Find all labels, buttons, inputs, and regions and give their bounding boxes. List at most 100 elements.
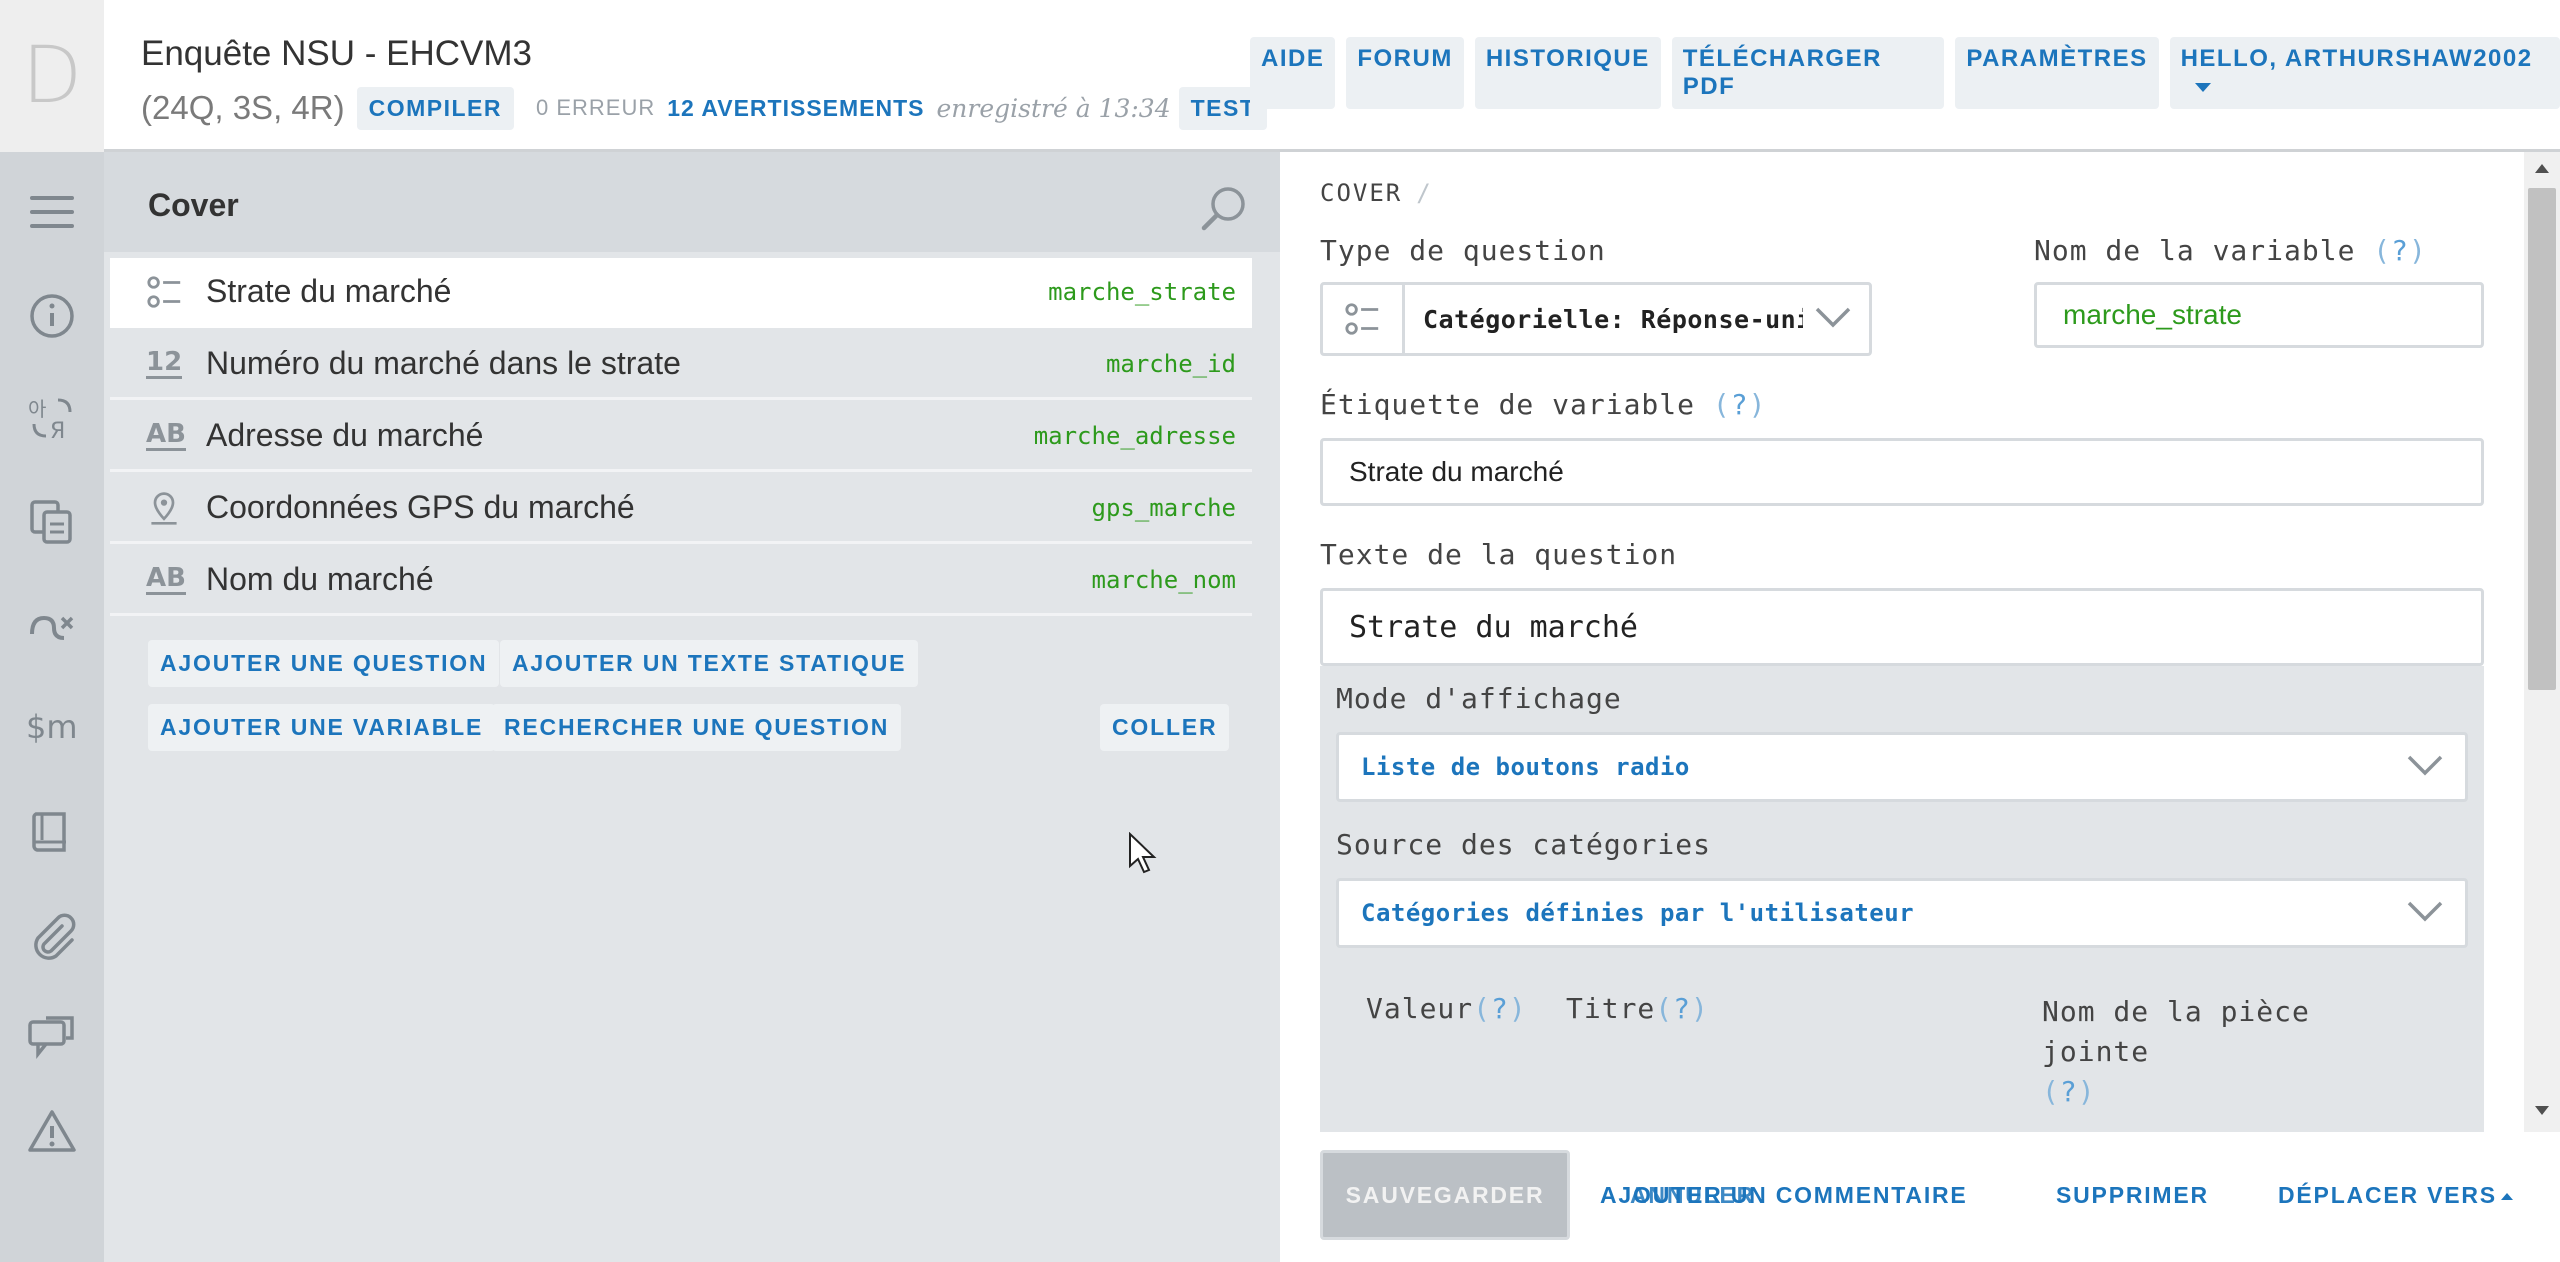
- app-logo[interactable]: D: [0, 0, 104, 152]
- display-mode-select[interactable]: Liste de boutons radio: [1336, 732, 2468, 802]
- question-text: Coordonnées GPS du marché: [206, 489, 635, 525]
- question-type-value: Catégorielle: Réponse-unique: [1423, 304, 1803, 334]
- translation-icon[interactable]: 아Я: [22, 388, 82, 448]
- user-menu[interactable]: HELLO, ARTHURSHAW2002: [2169, 37, 2560, 109]
- text-icon: AB: [146, 420, 196, 451]
- book-icon[interactable]: [22, 802, 82, 862]
- question-variable: marche_strate: [1048, 277, 1236, 306]
- col-attachment-header: Nom de la pièce jointe (?): [2042, 992, 2372, 1112]
- numeric-icon: 12: [146, 348, 196, 379]
- category-source-select[interactable]: Catégories définies par l'utilisateur: [1336, 878, 2468, 948]
- category-source-label: Source des catégories: [1336, 828, 1712, 861]
- chevron-down-icon: [1813, 305, 1853, 334]
- variable-name-help[interactable]: (?): [2373, 234, 2427, 267]
- search-icon[interactable]: [1196, 182, 1252, 238]
- download-pdf-button[interactable]: TÉLÉCHARGER PDF: [1671, 37, 1945, 109]
- question-type-select[interactable]: Catégorielle: Réponse-unique: [1320, 282, 1872, 356]
- copy-icon[interactable]: [22, 492, 82, 552]
- paste-button[interactable]: COLLER: [1100, 704, 1230, 751]
- move-to-button[interactable]: DÉPLACER VERS: [2278, 1182, 2513, 1209]
- delete-button[interactable]: SUPPRIMER: [2056, 1182, 2209, 1209]
- add-question-button[interactable]: AJOUTER UNE QUESTION: [148, 640, 500, 687]
- col-attachment-help[interactable]: (?): [2042, 1075, 2096, 1108]
- question-editor: COVER / Type de question Nom de la variab…: [1280, 152, 2560, 1262]
- question-row[interactable]: AB Nom du marché marche_nom: [110, 546, 1252, 616]
- col-value-help[interactable]: (?): [1473, 992, 1527, 1025]
- compile-button[interactable]: COMPILER: [356, 86, 514, 130]
- breadcrumb-chapter[interactable]: COVER: [1320, 179, 1402, 207]
- category-source-value: Catégories définies par l'utilisateur: [1361, 899, 1915, 927]
- gps-icon: [146, 490, 196, 526]
- help-mark: ?: [1491, 992, 1509, 1025]
- svg-text:아: 아: [28, 397, 46, 421]
- history-button[interactable]: HISTORIQUE: [1474, 37, 1661, 109]
- cancel-button[interactable]: ANNULER: [1630, 1182, 1755, 1209]
- help-button[interactable]: AIDE: [1250, 37, 1336, 109]
- scroll-up-arrow[interactable]: [2535, 164, 2549, 173]
- text-icon: AB: [146, 564, 196, 595]
- question-row[interactable]: AB Adresse du marché marche_adresse: [110, 402, 1252, 472]
- help-mark: ?: [1730, 388, 1749, 421]
- single-choice-icon: [1323, 285, 1405, 353]
- scroll-down-arrow[interactable]: [2535, 1106, 2549, 1115]
- question-text: Nom du marché: [206, 561, 434, 597]
- attachment-icon[interactable]: [22, 908, 82, 968]
- question-row[interactable]: Strate du marché marche_strate: [110, 258, 1252, 328]
- question-variable: marche_id: [1105, 349, 1236, 378]
- top-nav: AIDE FORUM HISTORIQUE TÉLÉCHARGER PDF PA…: [1250, 37, 2560, 109]
- question-row[interactable]: 12 Numéro du marché dans le strate march…: [110, 330, 1252, 400]
- saved-status: enregistré à 13:34: [936, 93, 1171, 123]
- error-count[interactable]: 0 ERREUR: [536, 95, 655, 121]
- svg-text:$m: $m: [26, 708, 78, 746]
- add-static-text-button[interactable]: AJOUTER UN TEXTE STATIQUE: [500, 640, 919, 687]
- menu-icon[interactable]: [22, 182, 82, 242]
- macros-icon[interactable]: [22, 596, 82, 656]
- col-attachment-label: Nom de la pièce jointe: [2042, 995, 2310, 1068]
- chevron-down-icon: [2194, 83, 2211, 93]
- warnings-link[interactable]: 12 AVERTISSEMENTS: [667, 95, 924, 122]
- single-choice-icon: [146, 273, 196, 311]
- display-mode-label: Mode d'affichage: [1336, 682, 1622, 715]
- chapter-header: Cover: [104, 152, 1280, 252]
- question-text-label: Texte de la question: [1320, 538, 1678, 571]
- question-type-label: Type de question: [1320, 234, 1606, 267]
- top-header: D Enquête NSU - EHCVM3 (24Q, 3S, 4R) COM…: [0, 0, 2560, 152]
- col-title-help[interactable]: (?): [1655, 992, 1709, 1025]
- comments-icon[interactable]: [22, 1008, 82, 1068]
- help-mark: ?: [1673, 992, 1692, 1025]
- chapter-panel: Cover Strate du marché marche_strate 12 …: [104, 152, 1280, 1262]
- variable-label-label: Étiquette de variable: [1320, 388, 1696, 421]
- editor-action-bar: SAUVEGARDER AJOUTER UN COMMENTAIRE ANNUL…: [1280, 1132, 2560, 1262]
- col-title-label: Titre: [1566, 992, 1656, 1025]
- text-icon-glyph: AB: [146, 419, 186, 451]
- variable-label-input[interactable]: Strate du marché: [1320, 438, 2484, 506]
- scroll-thumb[interactable]: [2528, 188, 2556, 690]
- help-mark: ?: [2059, 1075, 2078, 1108]
- lookup-tables-icon[interactable]: $m: [22, 696, 82, 756]
- add-variable-button[interactable]: AJOUTER UNE VARIABLE: [148, 704, 496, 751]
- save-button[interactable]: SAUVEGARDER: [1320, 1150, 1570, 1240]
- question-variable: marche_nom: [1091, 565, 1237, 594]
- col-value-header: Valeur(?): [1366, 992, 1527, 1025]
- help-mark: ?: [2391, 234, 2410, 267]
- settings-button[interactable]: PARAMÈTRES: [1955, 37, 2159, 109]
- col-value-label: Valeur: [1366, 992, 1474, 1025]
- warning-icon[interactable]: [22, 1102, 82, 1162]
- info-icon[interactable]: [22, 286, 82, 346]
- chevron-down-icon: [2405, 899, 2445, 928]
- forum-button[interactable]: FORUM: [1346, 37, 1464, 109]
- variable-name-input[interactable]: marche_strate: [2034, 282, 2484, 348]
- mouse-cursor-icon: [1128, 831, 1158, 876]
- chapter-title[interactable]: Cover: [148, 187, 239, 224]
- logo-letter: D: [21, 31, 83, 121]
- questionnaire-counts: (24Q, 3S, 4R): [141, 89, 345, 126]
- display-mode-value: Liste de boutons radio: [1361, 753, 1690, 781]
- question-text-input[interactable]: Strate du marché: [1320, 588, 2484, 666]
- move-to-label: DÉPLACER VERS: [2278, 1182, 2497, 1208]
- variable-label-help[interactable]: (?): [1713, 388, 1767, 421]
- editor-scrollbar[interactable]: [2524, 152, 2560, 1132]
- search-question-button[interactable]: RECHERCHER UNE QUESTION: [492, 704, 902, 751]
- chevron-down-icon: [2405, 753, 2445, 782]
- questionnaire-status-row: (24Q, 3S, 4R) COMPILER 0 ERREUR 12 AVERT…: [141, 86, 1268, 130]
- question-row[interactable]: Coordonnées GPS du marché gps_marche: [110, 474, 1252, 544]
